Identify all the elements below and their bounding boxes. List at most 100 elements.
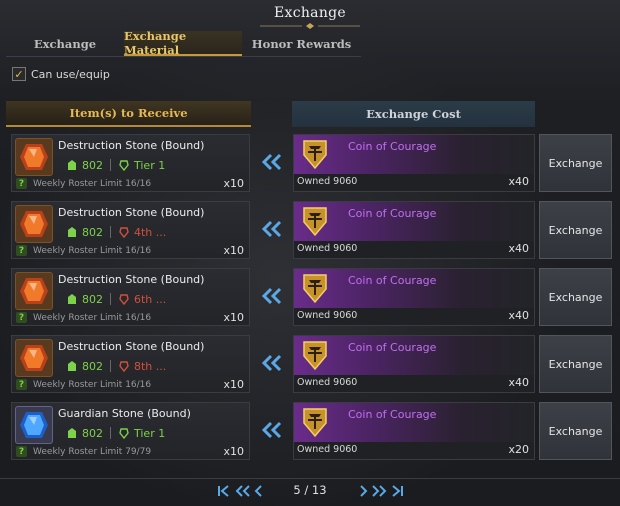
exchange-button[interactable]: Exchange [539,268,612,326]
item-tier: 4th ... [134,225,167,239]
receive-item-card[interactable]: Destruction Stone (Bound) 802 6th ... ? … [11,268,250,326]
owned-amount: Owned 9060 [297,444,358,455]
exchange-arrow-icon [259,417,285,443]
receive-item-card[interactable]: Destruction Stone (Bound) 802 Tier 1 ? W… [11,134,250,192]
divider [110,427,111,439]
weekly-limit: Weekly Roster Limit 16/16 [33,178,152,189]
owned-amount: Owned 9060 [297,176,358,187]
coin-of-courage-icon [303,341,327,371]
item-tier: Tier 1 [134,158,166,172]
item-tier: Tier 1 [134,426,166,440]
limit-line: ? Weekly Roster Limit 16/16 [16,378,151,391]
receive-item-card[interactable]: Destruction Stone (Bound) 802 4th ... ? … [11,201,250,259]
item-stats: 802 6th ... [66,291,166,307]
question-icon[interactable]: ? [16,245,27,256]
divider [110,293,111,305]
divider [110,226,111,238]
item-stats: 802 Tier 1 [66,157,165,173]
tier-icon [119,428,129,439]
cost-quantity: x20 [508,443,529,456]
item-level: 802 [82,359,103,373]
next-page-icon[interactable] [358,482,370,500]
item-name: Destruction Stone (Bound) [58,340,205,353]
owned-amount: Owned 9060 [297,377,358,388]
cost-item-card[interactable]: Coin of Courage Owned 9060 x40 [293,134,535,192]
question-icon[interactable]: ? [16,312,27,323]
exchange-button[interactable]: Exchange [539,201,612,259]
receive-quantity: x10 [223,177,244,190]
exchange-button[interactable]: Exchange [539,402,612,460]
item-name: Destruction Stone (Bound) [58,273,205,286]
question-icon[interactable]: ? [16,446,27,457]
cost-quantity: x40 [508,376,529,389]
exchange-arrow-icon [259,283,285,309]
level-icon [68,160,76,170]
filter-can-use[interactable]: ✓ Can use/equip [12,67,110,81]
filter-label: Can use/equip [31,67,110,81]
question-icon[interactable]: ? [16,379,27,390]
prev-block-icon[interactable] [234,482,252,500]
cost-top: Coin of Courage [294,269,534,307]
window-title: Exchange [274,5,346,21]
cost-item-card[interactable]: Coin of Courage Owned 9060 x40 [293,201,535,259]
column-header-receive: Item(s) to Receive [6,101,251,127]
cost-item-card[interactable]: Coin of Courage Owned 9060 x40 [293,335,535,393]
cost-bottom: Owned 9060 x40 [294,174,534,191]
limit-line: ? Weekly Roster Limit 79/79 [16,445,151,458]
weekly-limit: Weekly Roster Limit 16/16 [33,379,152,390]
last-page-icon[interactable] [389,482,405,500]
item-name: Destruction Stone (Bound) [58,206,205,219]
destruction-stone-icon [15,272,53,310]
cost-item-card[interactable]: Coin of Courage Owned 9060 x20 [293,402,535,460]
destruction-stone-icon [15,205,53,243]
first-page-icon[interactable] [216,482,232,500]
cost-quantity: x40 [508,175,529,188]
guardian-stone-icon [15,406,53,444]
tab-exchange-material[interactable]: Exchange Material [124,29,242,57]
cost-top: Coin of Courage [294,135,534,173]
exchange-row: Destruction Stone (Bound) 802 8th ... ? … [0,335,620,397]
prev-page-icon[interactable] [252,482,264,500]
item-level: 802 [82,292,103,306]
divider [110,159,111,171]
item-name: Guardian Stone (Bound) [58,407,191,420]
coin-of-courage-icon [303,140,327,170]
level-icon [68,294,76,304]
checkbox-checked-icon[interactable]: ✓ [12,67,26,81]
page-indicator: 5 / 13 [293,483,327,497]
cost-bottom: Owned 9060 x40 [294,308,534,325]
pagination: 5 / 13 [0,478,620,502]
question-icon[interactable]: ? [16,178,27,189]
cost-quantity: x40 [508,242,529,255]
coin-of-courage-icon [303,207,327,237]
receive-item-card[interactable]: Guardian Stone (Bound) 802 Tier 1 ? Week… [11,402,250,460]
tab-honor-rewards[interactable]: Honor Rewards [242,31,361,56]
exchange-row: Destruction Stone (Bound) 802 Tier 1 ? W… [0,134,620,196]
tab-bar: Exchange Exchange Material Honor Rewards [6,29,361,57]
cost-item-name: Coin of Courage [348,274,437,287]
exchange-row: Guardian Stone (Bound) 802 Tier 1 ? Week… [0,402,620,464]
item-level: 802 [82,426,103,440]
limit-line: ? Weekly Roster Limit 16/16 [16,177,151,190]
tier-icon [119,227,129,238]
tab-exchange[interactable]: Exchange [6,31,124,56]
weekly-limit: Weekly Roster Limit 79/79 [33,446,152,457]
item-tier: 6th ... [134,292,167,306]
item-level: 802 [82,158,103,172]
item-stats: 802 4th ... [66,224,166,240]
exchange-arrow-icon [259,149,285,175]
level-icon [68,227,76,237]
cost-quantity: x40 [508,309,529,322]
weekly-limit: Weekly Roster Limit 16/16 [33,245,152,256]
cost-item-card[interactable]: Coin of Courage Owned 9060 x40 [293,268,535,326]
title-ornament-icon [260,23,360,29]
receive-quantity: x10 [223,378,244,391]
cost-top: Coin of Courage [294,336,534,374]
exchange-button[interactable]: Exchange [539,335,612,393]
receive-item-card[interactable]: Destruction Stone (Bound) 802 8th ... ? … [11,335,250,393]
exchange-button[interactable]: Exchange [539,134,612,192]
item-tier: 8th ... [134,359,167,373]
item-stats: 802 Tier 1 [66,425,165,441]
divider [110,360,111,372]
next-block-icon[interactable] [370,482,388,500]
